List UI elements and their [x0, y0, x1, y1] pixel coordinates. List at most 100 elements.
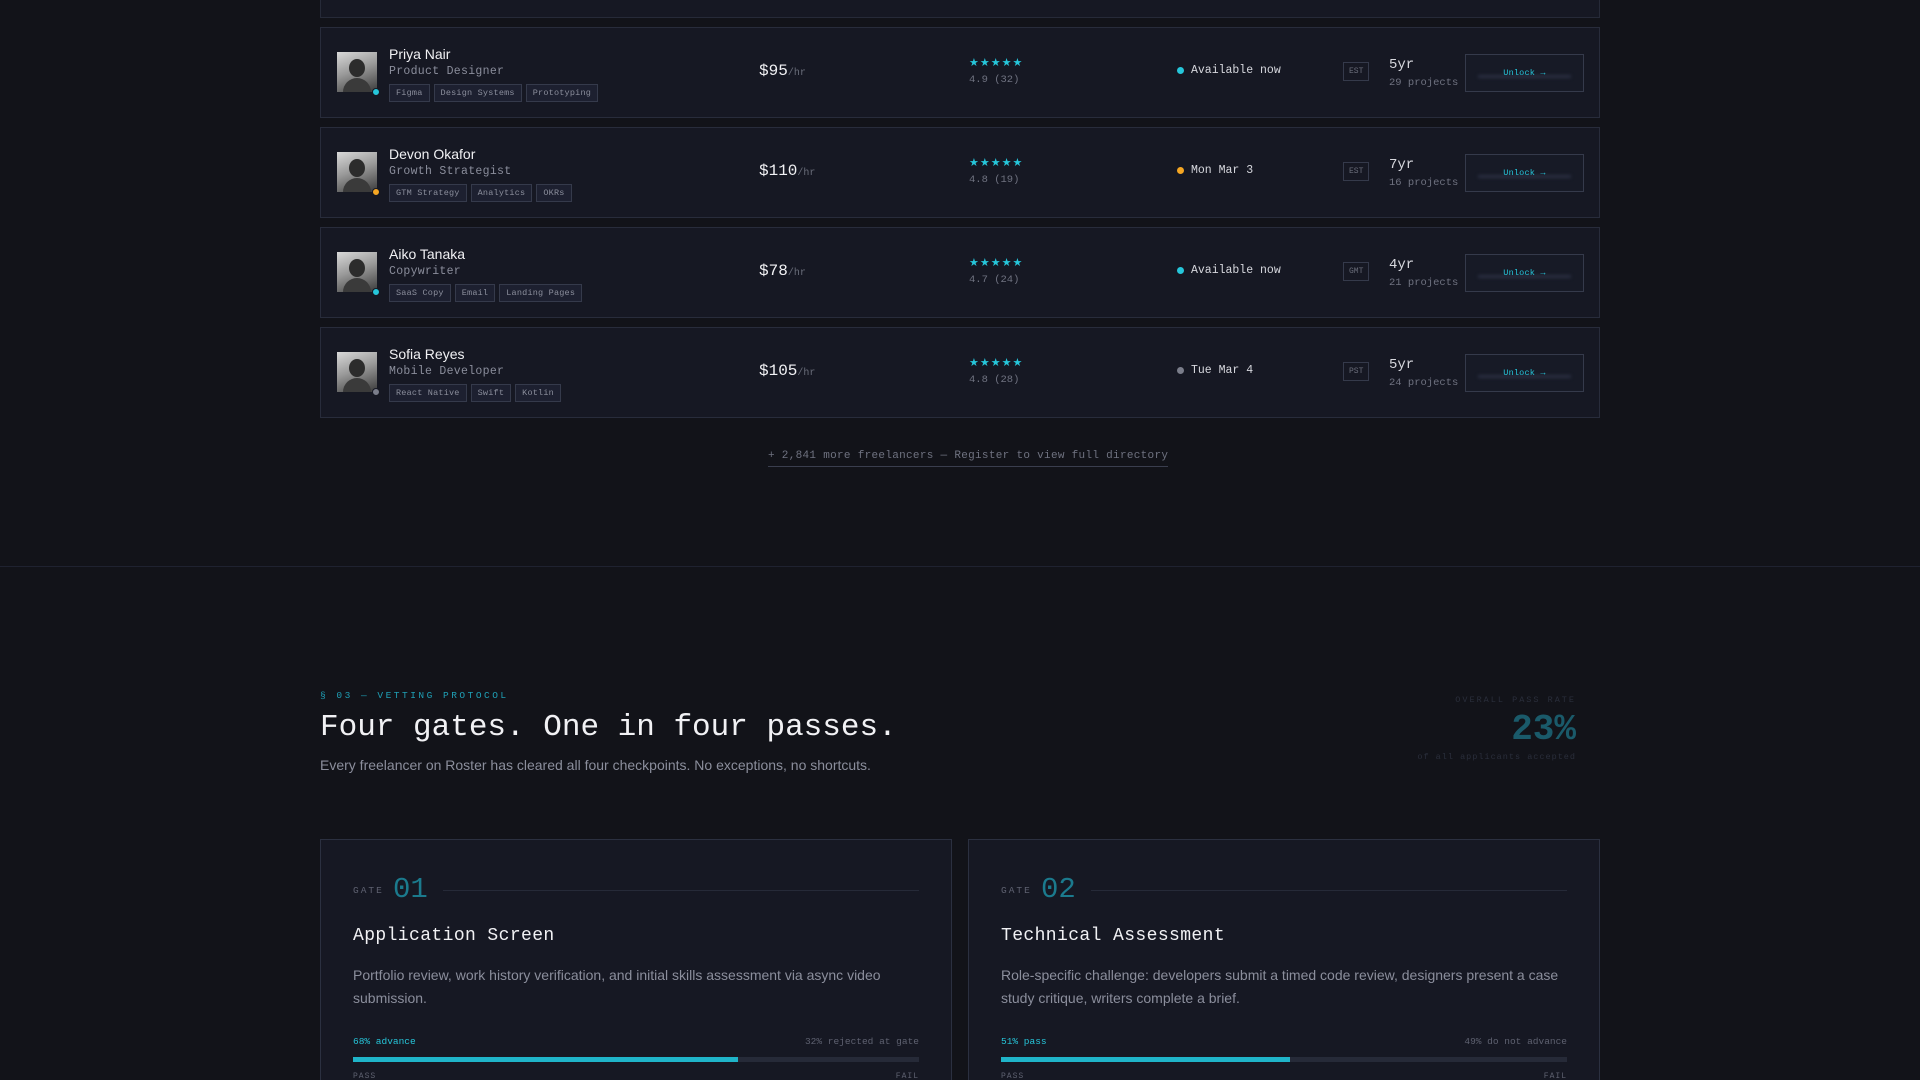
hourly-rate: $110/hr: [759, 162, 816, 180]
freelancer-row[interactable]: Aiko Tanaka Copywriter SaaS Copy Email L…: [320, 227, 1600, 318]
stat-label: OVERALL PASS RATE: [1455, 695, 1576, 705]
section-label: § 03 — VETTING PROTOCOL: [320, 690, 509, 701]
status-dot: [372, 88, 380, 96]
gate-advance-rate: 51% pass: [1001, 1036, 1047, 1047]
gate-title: Technical Assessment: [1001, 926, 1226, 946]
gate-reject-rate: 32% rejected at gate: [804, 1036, 919, 1047]
unlock-button[interactable]: Unlock →: [1465, 354, 1584, 392]
experience-years: 4yr: [1389, 257, 1415, 273]
status-dot: [372, 388, 380, 396]
star-rating-icon: ★★★★★: [969, 157, 1024, 169]
previous-freelancer-row: [320, 0, 1600, 18]
avatar: [337, 352, 377, 392]
skill-tags: SaaS Copy Email Landing Pages: [389, 284, 583, 302]
star-rating-icon: ★★★★★: [969, 257, 1024, 269]
section-subtitle: Every freelancer on Roster has cleared a…: [320, 757, 871, 773]
gate-cards: GATE 01 Application Screen Portfolio rev…: [320, 839, 1600, 1080]
availability-dot-icon: [1177, 267, 1184, 274]
fail-label: FAIL: [1543, 1072, 1567, 1080]
rating-score: 4.9 (32): [969, 74, 1020, 86]
gate-label: GATE: [1001, 885, 1032, 896]
rating-score: 4.8 (19): [969, 174, 1020, 186]
section-divider: [0, 566, 1920, 567]
experience-years: 5yr: [1389, 57, 1415, 73]
gate-rule: [1091, 890, 1567, 891]
pass-label: PASS: [353, 1072, 377, 1080]
skill-tag: Figma: [389, 84, 430, 102]
freelancer-role: Growth Strategist: [389, 165, 512, 178]
gate-title: Application Screen: [353, 926, 555, 946]
timezone-badge: GMT: [1343, 262, 1370, 281]
gate-progress-fill: [1001, 1057, 1290, 1062]
experience-years: 5yr: [1389, 357, 1415, 373]
availability: Mon Mar 3: [1177, 164, 1253, 177]
availability: Available now: [1177, 264, 1281, 277]
skill-tag: Analytics: [470, 184, 533, 202]
freelancer-row[interactable]: Devon Okafor Growth Strategist GTM Strat…: [320, 127, 1600, 218]
star-rating-icon: ★★★★★: [969, 357, 1024, 369]
skill-tag: Kotlin: [515, 384, 561, 402]
gate-card: GATE 02 Technical Assessment Role-specif…: [968, 839, 1600, 1080]
gate-card: GATE 01 Application Screen Portfolio rev…: [320, 839, 952, 1080]
rating-score: 4.8 (28): [969, 374, 1020, 386]
freelancer-role: Mobile Developer: [389, 365, 505, 378]
gate-progress-bar: [1001, 1057, 1567, 1062]
section-title: Four gates. One in four passes.: [320, 710, 897, 745]
hourly-rate: $95/hr: [759, 62, 806, 80]
availability-dot-icon: [1177, 67, 1184, 74]
skill-tag: SaaS Copy: [389, 284, 451, 302]
rating-score: 4.7 (24): [969, 274, 1020, 286]
star-rating-icon: ★★★★★: [969, 57, 1024, 69]
timezone-badge: EST: [1343, 162, 1370, 181]
unlock-button[interactable]: Unlock →: [1465, 54, 1584, 92]
project-count: 21 projects: [1389, 277, 1459, 289]
gate-rule: [443, 890, 919, 891]
project-count: 29 projects: [1389, 77, 1459, 89]
stat-note: of all applicants accepted: [1417, 752, 1576, 762]
gate-reject-rate: 49% do not advance: [1464, 1036, 1567, 1047]
availability: Tue Mar 4: [1177, 364, 1253, 377]
stat-value: 23%: [1511, 709, 1576, 750]
project-count: 24 projects: [1389, 377, 1459, 389]
freelancer-name[interactable]: Aiko Tanaka: [389, 246, 465, 262]
availability-dot-icon: [1177, 367, 1184, 374]
freelancer-name[interactable]: Devon Okafor: [389, 146, 475, 162]
timezone-badge: EST: [1343, 62, 1370, 81]
freelancer-name[interactable]: Sofia Reyes: [389, 346, 464, 362]
skill-tag: GTM Strategy: [389, 184, 467, 202]
hourly-rate: $78/hr: [759, 262, 806, 280]
gate-progress-fill: [353, 1057, 738, 1062]
skill-tags: React Native Swift Kotlin: [389, 384, 561, 402]
gate-number: 01: [393, 873, 428, 906]
gate-description: Role-specific challenge: developers subm…: [1001, 967, 1559, 1006]
availability-dot-icon: [1177, 167, 1184, 174]
gate-advance-rate: 68% advance: [353, 1036, 416, 1047]
freelancer-name[interactable]: Priya Nair: [389, 46, 450, 62]
hourly-rate: $105/hr: [759, 362, 816, 380]
skill-tags: GTM Strategy Analytics OKRs: [389, 184, 572, 202]
freelancer-row[interactable]: Priya Nair Product Designer Figma Design…: [320, 27, 1600, 118]
avatar: [337, 152, 377, 192]
skill-tag: Landing Pages: [499, 284, 583, 302]
gate-label: GATE: [353, 885, 384, 896]
status-dot: [372, 288, 380, 296]
project-count: 16 projects: [1389, 177, 1459, 189]
skill-tag: React Native: [389, 384, 467, 402]
fail-label: FAIL: [895, 1072, 919, 1080]
gate-number: 02: [1041, 873, 1076, 906]
view-full-directory-link[interactable]: + 2,841 more freelancers — Register to v…: [768, 450, 1169, 467]
pass-label: PASS: [1001, 1072, 1025, 1080]
skill-tag: Prototyping: [525, 84, 599, 102]
freelancer-row[interactable]: Sofia Reyes Mobile Developer React Nativ…: [320, 327, 1600, 418]
skill-tag: Email: [454, 284, 496, 302]
skill-tag: Swift: [470, 384, 512, 402]
avatar: [337, 52, 377, 92]
unlock-button[interactable]: Unlock →: [1465, 154, 1584, 192]
pass-rate-stat: OVERALL PASS RATE 23% of all applicants …: [1360, 695, 1576, 762]
freelancer-list: Priya Nair Product Designer Figma Design…: [320, 27, 1600, 427]
availability: Available now: [1177, 64, 1281, 77]
gate-progress-bar: [353, 1057, 919, 1062]
unlock-button[interactable]: Unlock →: [1465, 254, 1584, 292]
experience-years: 7yr: [1389, 157, 1415, 173]
freelancer-role: Copywriter: [389, 265, 462, 278]
